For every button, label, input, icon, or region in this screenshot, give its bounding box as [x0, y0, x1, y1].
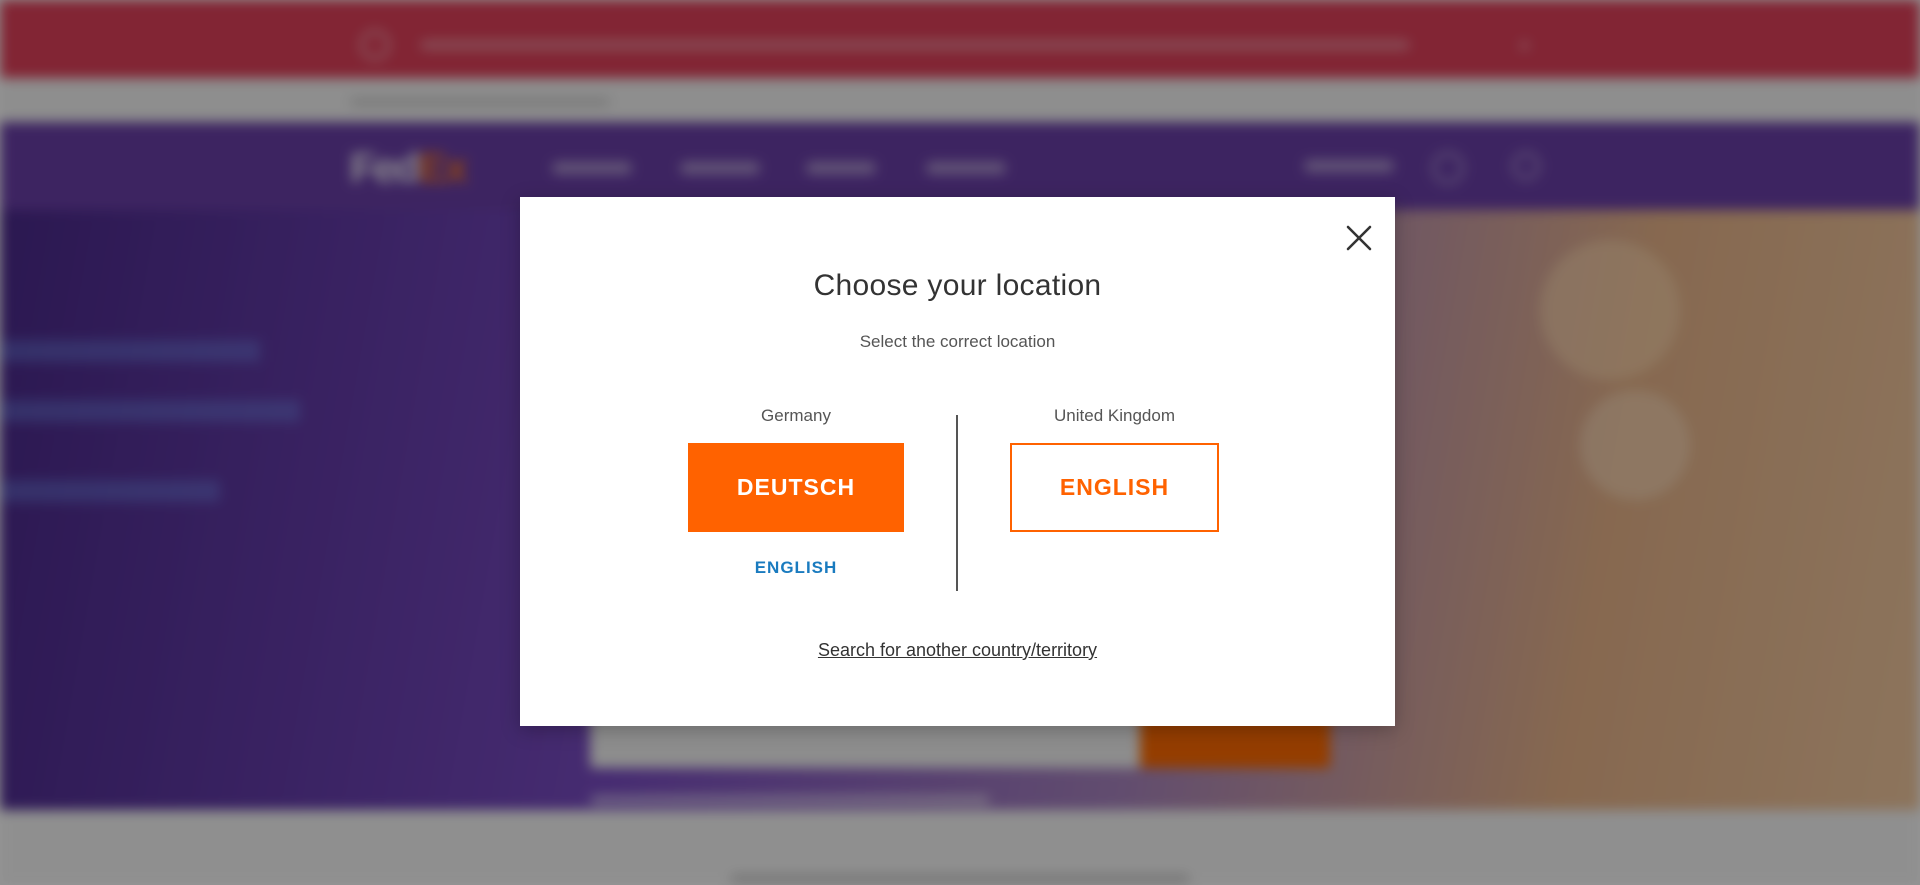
modal-title: Choose your location	[813, 269, 1102, 302]
search-country-container: Search for another country/territory	[520, 640, 1395, 661]
country-name-united-kingdom: United Kingdom	[1054, 406, 1175, 425]
country-name-germany: Germany	[761, 406, 831, 425]
english-uk-button[interactable]: ENGLISH	[1010, 443, 1219, 532]
deutsch-button[interactable]: DEUTSCH	[688, 443, 904, 532]
modal-subtitle: Select the correct location	[859, 332, 1056, 351]
close-icon[interactable]	[1342, 221, 1376, 255]
column-divider	[956, 415, 958, 591]
location-modal: Choose your location Select the correct …	[520, 197, 1395, 726]
english-germany-link[interactable]: ENGLISH	[755, 558, 838, 578]
location-option-united-kingdom: United Kingdom ENGLISH	[1010, 405, 1219, 532]
search-another-country-link[interactable]: Search for another country/territory	[818, 640, 1097, 660]
location-option-germany: Germany DEUTSCH ENGLISH	[688, 405, 904, 578]
